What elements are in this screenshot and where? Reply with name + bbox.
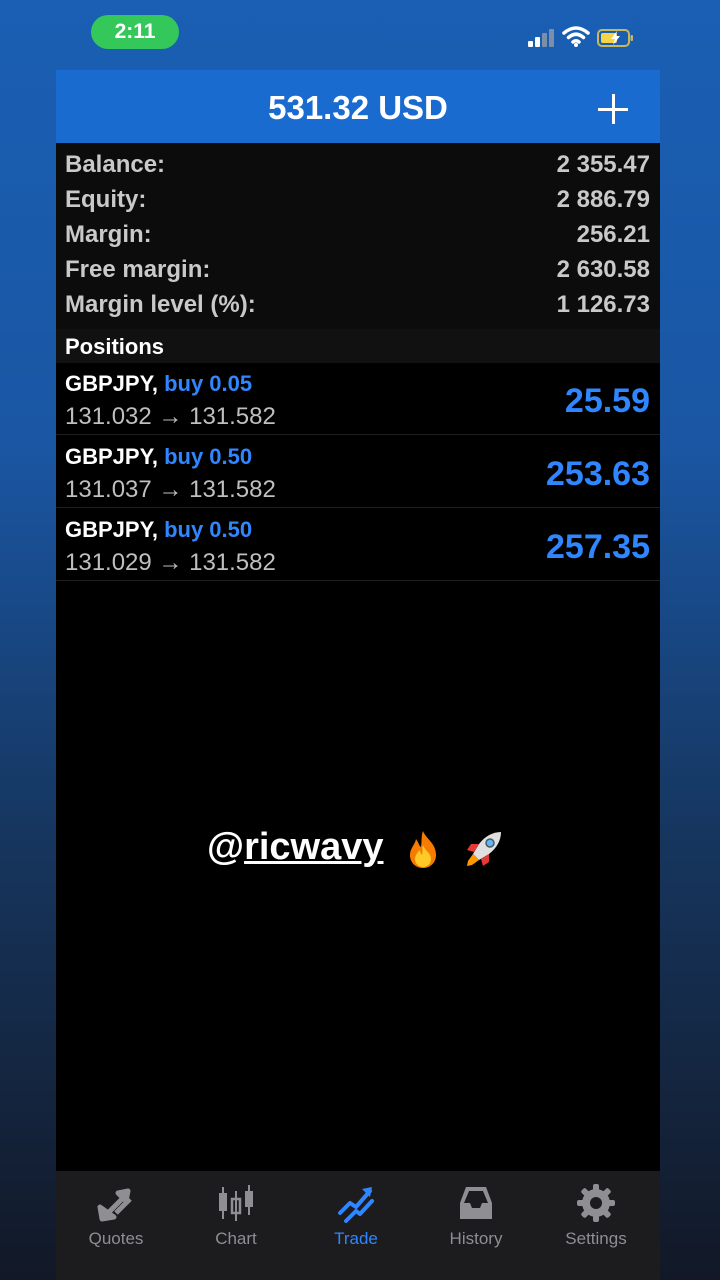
position-symbol: GBPJPY, <box>65 371 158 396</box>
summary-row-free-margin: Free margin: 2 630.58 <box>56 252 660 287</box>
position-profit: 257.35 <box>546 528 650 566</box>
inbox-tray-icon <box>460 1187 492 1219</box>
watermark-at: @ <box>207 826 245 868</box>
account-profit-title: 531.32 USD <box>268 89 448 126</box>
account-summary: Balance: 2 355.47 Equity: 2 886.79 Margi… <box>56 143 660 329</box>
balance-value: 2 355.47 <box>556 151 650 178</box>
summary-row-equity: Equity: 2 886.79 <box>56 182 660 217</box>
summary-row-balance: Balance: 2 355.47 <box>56 147 660 182</box>
navigation-bar: 531.32 USD <box>56 70 660 143</box>
position-profit: 253.63 <box>546 455 650 493</box>
watermark-handle: @ricwavy <box>207 822 517 872</box>
tab-label: Quotes <box>88 1229 144 1248</box>
position-side: buy 0.50 <box>164 444 253 469</box>
position-title: GBPJPY, buy 0.50 <box>65 444 252 470</box>
position-side: buy 0.50 <box>164 517 253 542</box>
position-symbol: GBPJPY, <box>65 517 158 542</box>
tab-label: Chart <box>215 1229 257 1248</box>
watermark-name: ricwavy <box>244 826 384 868</box>
margin-level-value: 1 126.73 <box>556 291 650 318</box>
tab-settings[interactable]: Settings <box>536 1171 656 1280</box>
positions-section-header: Positions <box>56 329 660 363</box>
tab-label: Settings <box>565 1229 627 1248</box>
tab-label: Trade <box>334 1229 378 1248</box>
position-row[interactable]: GBPJPY, buy 0.05 131.032 → 131.582 25.59 <box>56 363 660 435</box>
position-side: buy 0.05 <box>164 371 253 396</box>
position-row[interactable]: GBPJPY, buy 0.50 131.037 → 131.582 253.6… <box>56 436 660 508</box>
quotes-arrows-icon <box>97 1188 132 1222</box>
tab-trade[interactable]: Trade <box>296 1171 416 1280</box>
summary-row-margin-level: Margin level (%): 1 126.73 <box>56 287 660 322</box>
position-prices: 131.029 → 131.582 <box>65 549 276 576</box>
tab-history[interactable]: History <box>416 1171 536 1280</box>
gear-icon <box>577 1184 615 1222</box>
trade-screen: 531.32 USD Balance: 2 355.47 Equity: 2 8… <box>56 70 660 1280</box>
wifi-icon <box>562 26 590 47</box>
positions-title: Positions <box>65 334 165 359</box>
margin-label: Margin: <box>65 221 152 248</box>
equity-value: 2 886.79 <box>556 186 650 213</box>
plus-icon[interactable] <box>594 90 634 130</box>
position-prices: 131.037 → 131.582 <box>65 476 276 503</box>
position-title: GBPJPY, buy 0.50 <box>65 517 252 543</box>
equity-label: Equity: <box>65 186 147 213</box>
candlestick-icon <box>219 1185 253 1221</box>
position-symbol: GBPJPY, <box>65 444 158 469</box>
free-margin-value: 2 630.58 <box>556 256 650 283</box>
fire-emoji <box>410 830 437 868</box>
status-time[interactable]: 2:11 <box>91 15 179 49</box>
tab-chart[interactable]: Chart <box>176 1171 296 1280</box>
balance-label: Balance: <box>65 151 166 178</box>
position-row[interactable]: GBPJPY, buy 0.50 131.029 → 131.582 257.3… <box>56 509 660 581</box>
summary-row-margin: Margin: 256.21 <box>56 217 660 252</box>
position-profit: 25.59 <box>564 382 650 420</box>
tab-bar: Quotes Chart Trade History Settings <box>56 1171 660 1280</box>
position-prices: 131.032 → 131.582 <box>65 403 276 430</box>
free-margin-label: Free margin: <box>65 256 211 283</box>
tab-quotes[interactable]: Quotes <box>56 1171 176 1280</box>
rocket-emoji <box>466 831 501 866</box>
status-bar: 2:11 <box>0 0 720 56</box>
tab-label: History <box>449 1229 503 1248</box>
cellular-signal-icon <box>528 29 556 47</box>
margin-value: 256.21 <box>576 221 650 248</box>
position-title: GBPJPY, buy 0.05 <box>65 371 252 397</box>
margin-level-label: Margin level (%): <box>65 291 256 318</box>
trade-trend-icon <box>338 1187 374 1223</box>
battery-charging-icon <box>597 29 633 47</box>
